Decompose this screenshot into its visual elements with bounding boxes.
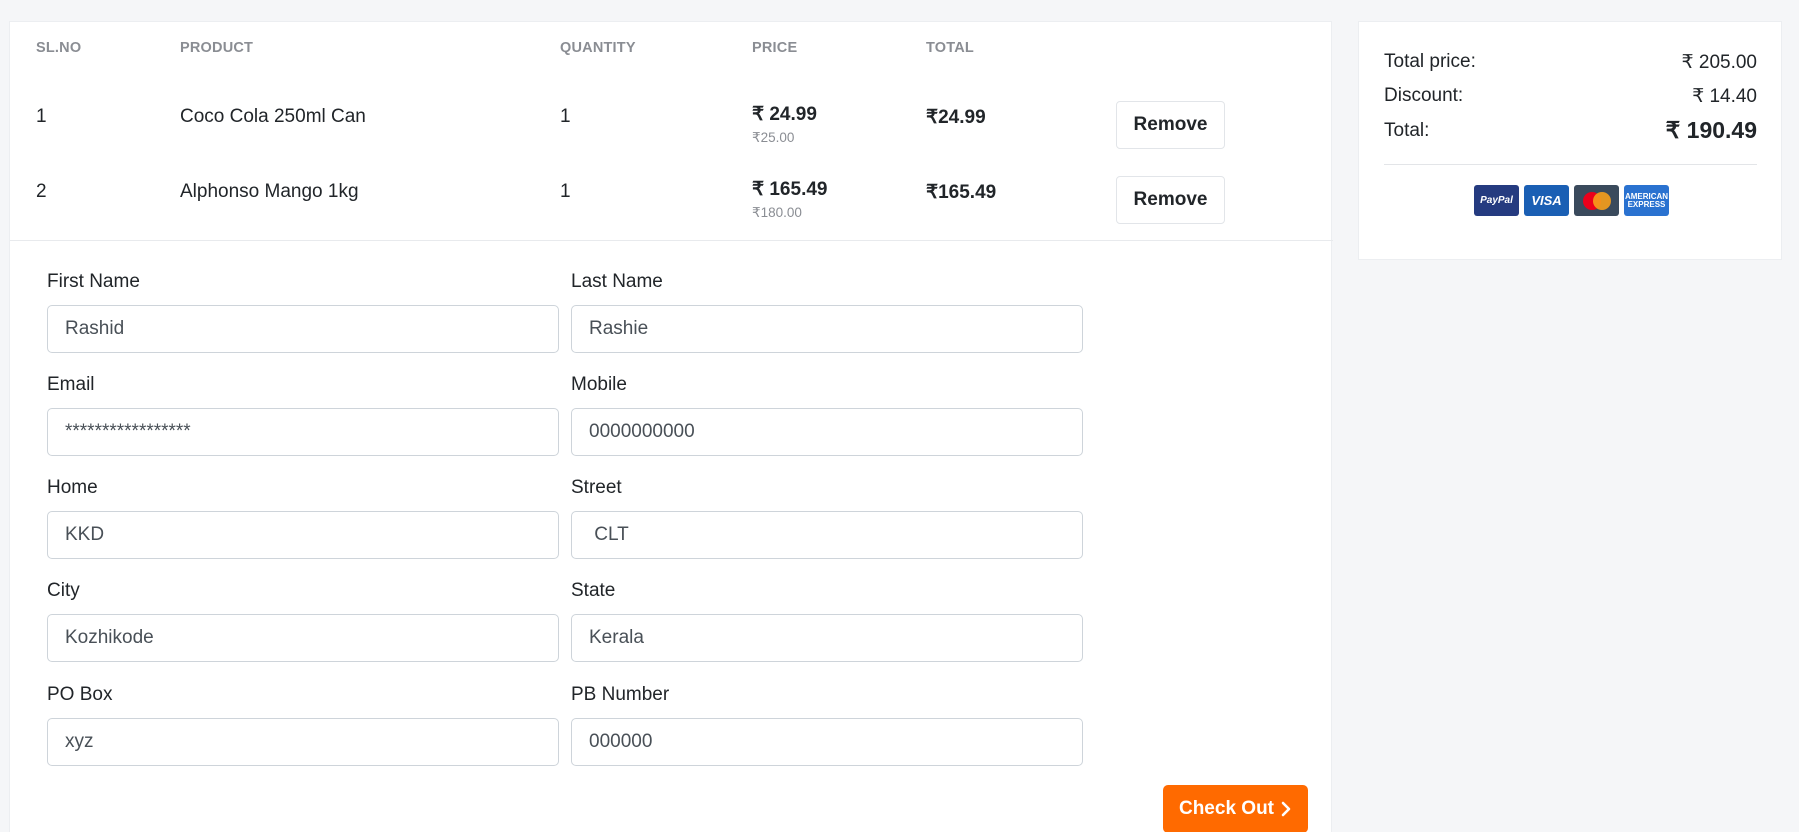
state-field[interactable] — [571, 614, 1083, 662]
checkout-button[interactable]: Check Out — [1163, 785, 1308, 832]
paypal-icon: PayPal — [1474, 185, 1519, 216]
mobile-field[interactable] — [571, 408, 1083, 456]
column-header-total: TOTAL — [926, 40, 974, 56]
street-label: Street — [571, 477, 622, 498]
total-price-value: ₹ 205.00 — [1681, 52, 1757, 73]
home-field[interactable] — [47, 511, 559, 559]
grand-total-value: ₹ 190.49 — [1665, 117, 1757, 143]
table-row: 1 Coco Cola 250ml Can 1 ₹ 24.99 ₹25.00 ₹… — [10, 88, 1333, 163]
street-group: Street — [571, 477, 1083, 559]
mastercard-icon — [1574, 185, 1619, 216]
discount-label: Discount: — [1384, 85, 1464, 106]
discount-row: Discount: ₹ 14.40 — [1384, 85, 1757, 108]
summary-divider — [1384, 164, 1757, 165]
email-field[interactable] — [47, 408, 559, 456]
total-price-label: Total price: — [1384, 51, 1476, 72]
table-row: 2 Alphonso Mango 1kg 1 ₹ 165.49 ₹180.00 … — [10, 163, 1333, 238]
home-label: Home — [47, 477, 98, 498]
first-name-field[interactable] — [47, 305, 559, 353]
state-label: State — [571, 580, 616, 601]
last-name-group: Last Name — [571, 271, 1083, 353]
column-header-sl: SL.NO — [36, 40, 82, 56]
row-total: ₹24.99 — [926, 107, 986, 128]
cart-card: SL.NO PRODUCT QUANTITY PRICE TOTAL 1 Coc… — [9, 21, 1333, 832]
checkout-label: Check Out — [1178, 798, 1275, 819]
amex-icon: AMERICAN EXPRESS — [1624, 185, 1669, 216]
row-price: ₹ 24.99 — [752, 104, 817, 125]
discount-value: ₹ 14.40 — [1692, 86, 1757, 107]
row-old-price: ₹180.00 — [752, 205, 802, 220]
last-name-label: Last Name — [571, 271, 663, 292]
row-old-price: ₹25.00 — [752, 130, 795, 145]
row-product: Alphonso Mango 1kg — [180, 181, 359, 202]
first-name-label: First Name — [47, 271, 140, 292]
column-header-price: PRICE — [752, 40, 798, 56]
city-label: City — [47, 580, 80, 601]
home-group: Home — [47, 477, 559, 559]
email-label: Email — [47, 374, 95, 395]
grand-total-row: Total: ₹ 190.49 — [1384, 117, 1757, 144]
city-group: City — [47, 580, 559, 662]
payment-methods: PayPal VISA AMERICAN EXPRESS — [1474, 185, 1669, 216]
pb-number-group: PB Number — [571, 684, 1083, 766]
city-field[interactable] — [47, 614, 559, 662]
email-group: Email — [47, 374, 559, 456]
grand-total-label: Total: — [1384, 119, 1430, 141]
row-price: ₹ 165.49 — [752, 179, 828, 200]
visa-icon: VISA — [1524, 185, 1569, 216]
section-divider — [10, 240, 1333, 241]
order-summary-card: Total price: ₹ 205.00 Discount: ₹ 14.40 … — [1358, 21, 1782, 260]
po-box-label: PO Box — [47, 684, 113, 705]
last-name-field[interactable] — [571, 305, 1083, 353]
remove-button[interactable]: Remove — [1116, 176, 1225, 224]
pb-number-field[interactable] — [571, 718, 1083, 766]
total-price-row: Total price: ₹ 205.00 — [1384, 51, 1757, 74]
row-quantity: 1 — [560, 106, 571, 127]
street-field[interactable] — [571, 511, 1083, 559]
column-header-product: PRODUCT — [180, 40, 254, 56]
mobile-group: Mobile — [571, 374, 1083, 456]
row-quantity: 1 — [560, 181, 571, 202]
first-name-group: First Name — [47, 271, 559, 353]
row-sl: 1 — [36, 106, 47, 127]
chevron-right-icon — [1281, 801, 1291, 817]
pb-number-label: PB Number — [571, 684, 670, 705]
row-sl: 2 — [36, 181, 47, 202]
column-header-quantity: QUANTITY — [560, 40, 636, 56]
row-product: Coco Cola 250ml Can — [180, 106, 366, 127]
row-total: ₹165.49 — [926, 182, 997, 203]
po-box-group: PO Box — [47, 684, 559, 766]
remove-button[interactable]: Remove — [1116, 101, 1225, 149]
mobile-label: Mobile — [571, 374, 627, 395]
po-box-field[interactable] — [47, 718, 559, 766]
state-group: State — [571, 580, 1083, 662]
